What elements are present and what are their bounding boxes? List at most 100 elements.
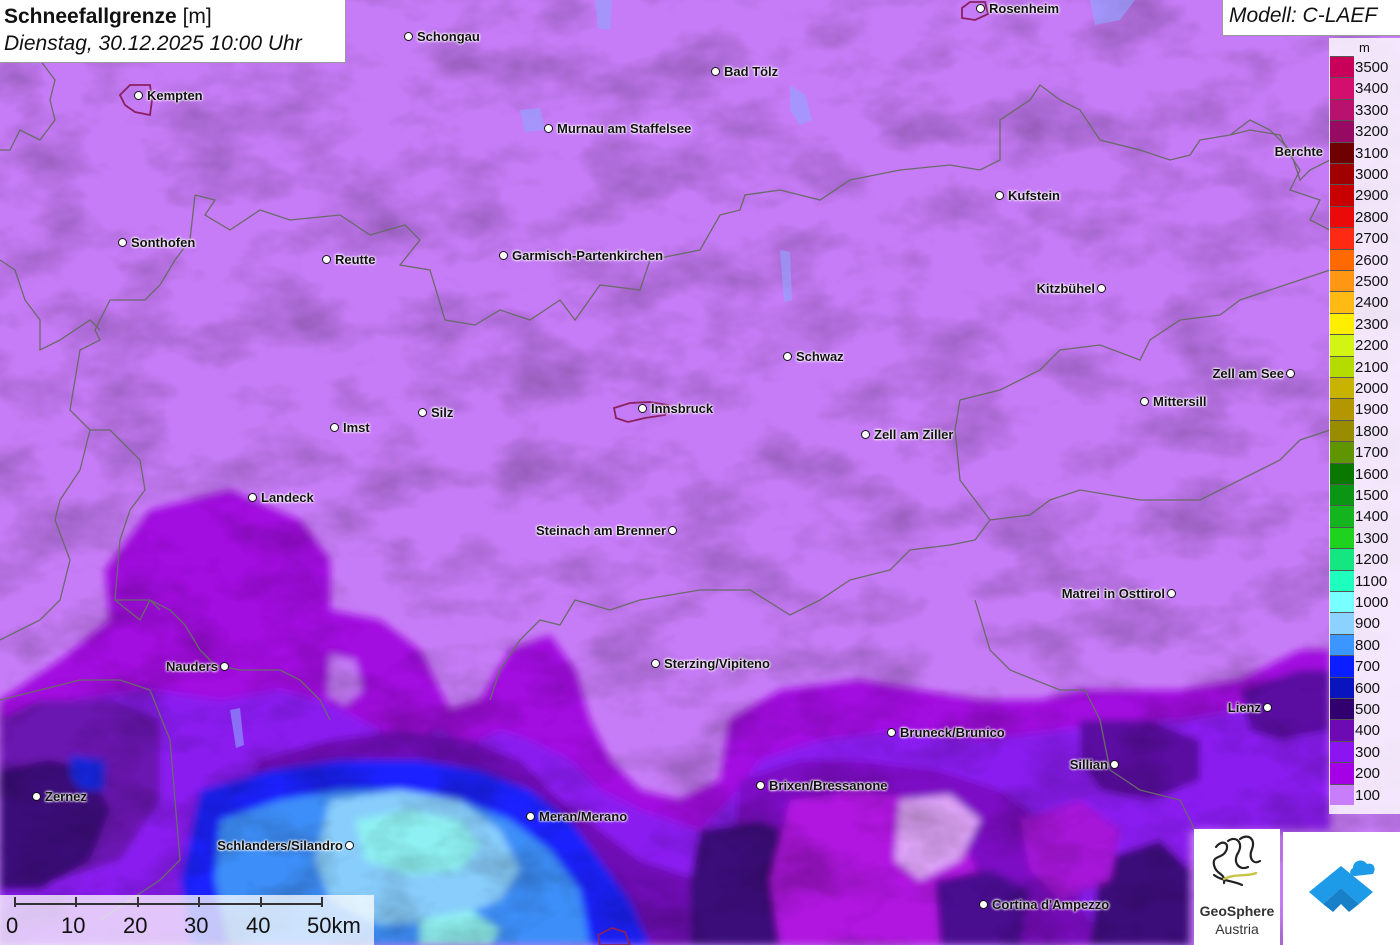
city-label[interactable]: Sillian [1070,757,1108,772]
city-label[interactable]: Steinach am Brenner [536,523,666,538]
geosphere-swirl-icon [1212,835,1262,887]
city-label[interactable]: Berchte [1275,144,1323,159]
legend-item: 2100 [1329,355,1400,378]
city-label[interactable]: Bruneck/Brunico [900,725,1005,740]
city-label[interactable]: Kufstein [1008,188,1060,203]
legend-item: 3100 [1329,141,1400,164]
legend-swatch [1330,676,1354,699]
city-label[interactable]: Landeck [261,490,314,505]
legend-swatch [1330,655,1354,677]
legend-item: 2500 [1329,270,1400,292]
city-label[interactable]: Garmisch-Partenkirchen [512,248,663,263]
legend-label: 100 [1355,786,1381,804]
city-label[interactable]: Nauders [166,659,218,674]
city-label[interactable]: Matrei in Osttirol [1062,586,1165,601]
legend-swatch [1330,77,1354,99]
scale-label: 20 [123,913,148,938]
city-label[interactable]: Sterzing/Vipiteno [664,656,770,671]
city-label[interactable]: Zernez [45,789,87,804]
snowfall-limit-map[interactable] [0,0,1400,945]
city-dot [134,91,143,100]
legend-swatch [1330,270,1354,292]
scale-label: 40 [246,913,271,938]
legend-swatch [1330,419,1354,442]
city-label[interactable]: Schongau [417,29,480,44]
legend-swatch [1330,484,1354,506]
legend-item: 2800 [1329,205,1400,228]
city-label[interactable]: Murnau am Staffelsee [557,121,691,136]
legend-label: 500 [1355,701,1381,718]
legend-label: 3200 [1355,123,1389,141]
legend-swatch [1330,740,1354,763]
legend-label: 900 [1355,615,1381,633]
city-dot [418,408,427,417]
legend-item: 1700 [1329,441,1400,463]
city-label[interactable]: Imst [343,420,370,435]
legend-label: 300 [1355,743,1381,761]
legend-label: 400 [1355,722,1381,740]
mountain-cloud-icon [1309,860,1375,912]
city-label[interactable]: Zell am See [1212,366,1284,381]
legend-item: 400 [1329,719,1400,741]
city-label[interactable]: Kempten [147,88,203,103]
city-label[interactable]: Innsbruck [651,401,713,416]
legend-label: 1000 [1355,594,1389,611]
legend-swatch [1330,334,1354,356]
scale-tick [14,897,16,907]
city-label[interactable]: Mittersill [1153,394,1206,409]
legend-label: 800 [1355,636,1381,654]
city-label[interactable]: Bad Tölz [724,64,778,79]
legend-label: 2600 [1355,251,1389,269]
legend-label: 1400 [1355,508,1389,526]
city-dot [1286,369,1295,378]
legend-swatch [1330,462,1354,485]
city-label[interactable]: Kitzbühel [1037,281,1096,296]
city-dot [1167,589,1176,598]
city-dot [248,493,257,502]
legend-item: 3400 [1329,77,1400,99]
legend-label: 1800 [1355,422,1389,440]
legend-item: 1500 [1329,484,1400,506]
weather-app-logo[interactable] [1283,832,1400,945]
legend-swatch [1330,783,1354,806]
city-label[interactable]: Silz [431,405,453,420]
city-label[interactable]: Brixen/Bressanone [769,778,888,793]
city-label[interactable]: Reutte [335,252,375,267]
scale-tick [321,897,323,907]
legend-item: 100 [1329,783,1400,806]
model-label: Modell: C-LAEF [1222,0,1400,36]
legend-label: 3100 [1355,144,1389,162]
city-label[interactable]: Lienz [1228,700,1261,715]
legend-item: 3300 [1329,98,1400,121]
map-viewer: Rosenheim Schongau Kempten Bad Tölz Murnau a… [0,0,1400,945]
city-dot [322,255,331,264]
legend-swatch [1330,248,1354,271]
legend-item: 2900 [1329,184,1400,206]
legend-swatch [1330,505,1354,527]
geosphere-logo-country: Austria [1215,921,1259,937]
legend-item: 2300 [1329,312,1400,335]
city-dot [1140,397,1149,406]
city-dot [404,32,413,41]
map-title-main: Schneefallgrenze [4,5,177,28]
legend-label: 1900 [1355,401,1389,419]
geosphere-austria-logo[interactable]: GeoSphere Austria [1194,829,1280,945]
city-dot [1097,284,1106,293]
scale-tick [260,897,262,907]
city-label[interactable]: Schlanders/Silandro [217,838,343,853]
legend-swatch [1330,569,1354,592]
legend-swatch [1330,398,1354,420]
legend-unit: m [1359,40,1370,55]
city-label[interactable]: Schwaz [796,349,844,364]
city-label[interactable]: Zell am Ziller [874,427,953,442]
city-label[interactable]: Meran/Merano [539,809,627,824]
city-label[interactable]: Sonthofen [131,235,195,250]
city-label[interactable]: Rosenheim [989,1,1059,16]
geosphere-logo-name: GeoSphere [1199,903,1275,919]
legend-item: 700 [1329,655,1400,677]
city-label[interactable]: Cortina d'Ampezzo [992,897,1109,912]
legend-item: 300 [1329,740,1400,763]
legend-item: 2600 [1329,248,1400,271]
legend-label: 1100 [1355,572,1388,590]
legend-item: 2200 [1329,334,1400,356]
